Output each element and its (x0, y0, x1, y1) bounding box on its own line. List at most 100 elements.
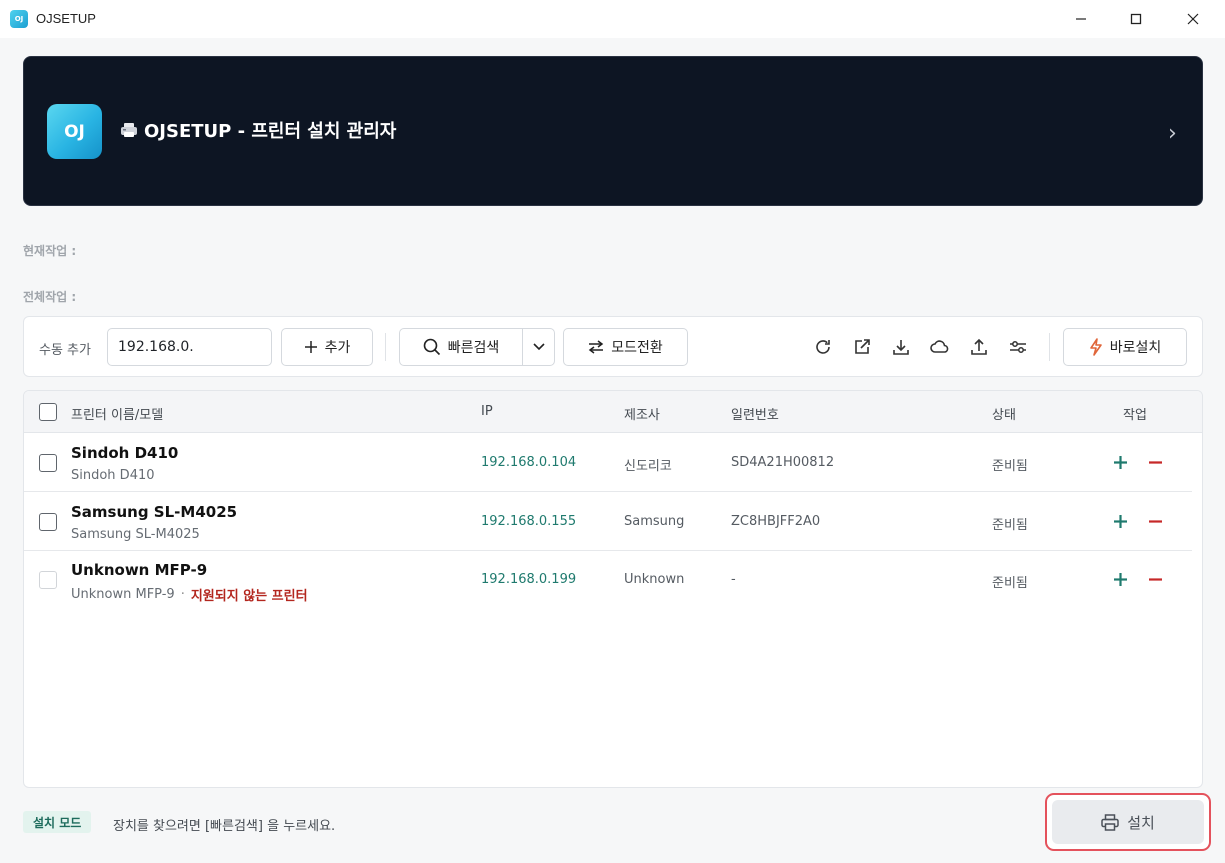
table-header: 프린터 이름/모델 IP 제조사 일련번호 상태 작업 (24, 391, 1202, 433)
printer-model-text: Samsung SL-M4025 (71, 527, 200, 542)
printer-model: Sindoh D410 (71, 468, 155, 483)
column-header-action: 작업 (1123, 408, 1147, 423)
maximize-button[interactable] (1110, 0, 1162, 38)
header-banner[interactable]: OJ OJSETUP - 프린터 설치 관리자 › (23, 56, 1203, 206)
maximize-icon (1130, 13, 1142, 25)
printer-ip: 192.168.0.104 (481, 455, 577, 470)
external-link-icon (855, 339, 870, 354)
remove-printer-button[interactable] (1146, 509, 1164, 533)
printer-name: Sindoh D410 (71, 444, 179, 462)
install-button-label: 설치 (1127, 813, 1155, 832)
quick-search-button[interactable]: 빠른검색 (399, 328, 523, 366)
plus-icon (304, 341, 317, 353)
cloud-icon (930, 340, 949, 353)
printer-model-text: Sindoh D410 (71, 468, 155, 483)
remove-printer-button[interactable] (1146, 450, 1164, 474)
minus-icon (1148, 460, 1162, 464)
column-header-serial: 일련번호 (731, 408, 779, 423)
separator-dot: · (180, 587, 185, 602)
printer-icon (1101, 813, 1119, 831)
add-button-label: 추가 (324, 340, 351, 356)
printer-icon (121, 123, 137, 137)
window-title: OJSETUP (36, 11, 96, 26)
table-row[interactable]: Samsung SL-M4025 Samsung SL-M4025 192.16… (24, 493, 1192, 551)
column-header-status: 상태 (992, 408, 1016, 423)
settings-sliders-button[interactable] (1007, 336, 1029, 358)
table-row[interactable]: Unknown MFP-9 Unknown MFP-9 · 지원되지 않는 프린… (24, 551, 1192, 609)
row-checkbox[interactable] (39, 454, 57, 472)
printer-serial: ZC8HBJFF2A0 (731, 514, 821, 529)
mode-switch-button[interactable]: 모드전환 (563, 328, 688, 366)
quick-install-label: 바로설치 (1109, 340, 1162, 356)
add-printer-button[interactable] (1111, 509, 1129, 533)
minimize-button[interactable] (1055, 0, 1107, 38)
quick-install-button[interactable]: 바로설치 (1063, 328, 1187, 366)
banner-title-row: OJSETUP - 프린터 설치 관리자 (120, 117, 396, 143)
printer-model: Samsung SL-M4025 (71, 527, 200, 542)
minus-icon (1148, 577, 1162, 581)
column-header-name: 프린터 이름/모델 (71, 408, 164, 423)
table-row[interactable]: Sindoh D410 Sindoh D410 192.168.0.104 신도… (24, 434, 1192, 492)
status-hint: 장치를 찾으려면 [빠른검색] 을 누르세요. (113, 819, 336, 834)
printer-model: Unknown MFP-9 · 지원되지 않는 프린터 (71, 585, 308, 604)
refresh-button[interactable] (812, 336, 834, 358)
printer-ip: 192.168.0.155 (481, 514, 577, 529)
lightning-icon (1089, 338, 1102, 356)
plus-icon (1113, 514, 1127, 528)
mode-switch-label: 모드전환 (611, 340, 663, 356)
ip-input[interactable] (107, 328, 272, 366)
printer-serial: - (731, 572, 736, 587)
manual-add-label: 수동 추가 (39, 343, 91, 358)
cloud-button[interactable] (929, 336, 951, 358)
upload-icon (971, 338, 987, 355)
printer-name: Unknown MFP-9 (71, 561, 208, 579)
install-mode-badge: 설치 모드 (23, 811, 92, 833)
remove-printer-button[interactable] (1146, 567, 1164, 591)
title-bar: OJ OJSETUP (0, 0, 1225, 38)
current-job-label: 현재작업 : (23, 244, 77, 258)
upload-button[interactable] (968, 336, 990, 358)
close-icon (1187, 13, 1199, 25)
printer-table: 프린터 이름/모델 IP 제조사 일련번호 상태 작업 Sindoh D410 … (23, 390, 1203, 788)
printer-maker: 신도리코 (624, 459, 672, 474)
download-button[interactable] (890, 336, 912, 358)
column-header-maker: 제조사 (624, 408, 660, 423)
search-icon (423, 338, 440, 356)
unsupported-warning: 지원되지 않는 프린터 (190, 589, 308, 604)
add-printer-button[interactable] (1111, 567, 1129, 591)
plus-icon (1113, 572, 1127, 586)
add-button[interactable]: 추가 (281, 328, 373, 366)
quick-search-label: 빠른검색 (447, 340, 500, 356)
total-job-label: 전체작업 : (23, 290, 77, 304)
sliders-icon (1010, 341, 1026, 353)
select-all-checkbox[interactable] (39, 403, 57, 421)
minus-icon (1148, 519, 1162, 523)
row-checkbox[interactable] (39, 513, 57, 531)
toolbar-divider (385, 333, 386, 361)
install-button[interactable]: 설치 (1052, 800, 1204, 844)
printer-name: Samsung SL-M4025 (71, 503, 238, 521)
printer-serial: SD4A21H00812 (731, 455, 835, 470)
app-logo-icon: OJ (10, 10, 28, 28)
chevron-down-icon (532, 343, 545, 351)
download-icon (893, 340, 909, 355)
printer-status: 준비됨 (992, 459, 1028, 474)
chevron-right-icon[interactable]: › (1168, 121, 1177, 146)
plus-icon (1113, 455, 1127, 469)
toolbar-divider (1049, 333, 1050, 361)
column-header-ip: IP (481, 404, 493, 419)
quick-search-dropdown[interactable] (522, 328, 555, 366)
printer-maker: Unknown (624, 572, 685, 587)
close-button[interactable] (1167, 0, 1219, 38)
banner-logo-icon: OJ (47, 104, 102, 159)
printer-ip: 192.168.0.199 (481, 572, 577, 587)
printer-model-text: Unknown MFP-9 (71, 587, 175, 602)
external-link-button[interactable] (851, 336, 873, 358)
add-printer-button[interactable] (1111, 450, 1129, 474)
minimize-icon (1076, 18, 1086, 20)
banner-title: OJSETUP - 프린터 설치 관리자 (144, 121, 397, 142)
row-checkbox-disabled (39, 571, 57, 589)
refresh-icon (816, 340, 830, 354)
toolbar: 수동 추가 추가 빠른검색 모드전환 바로설치 (23, 316, 1203, 377)
printer-maker: Samsung (624, 514, 685, 529)
